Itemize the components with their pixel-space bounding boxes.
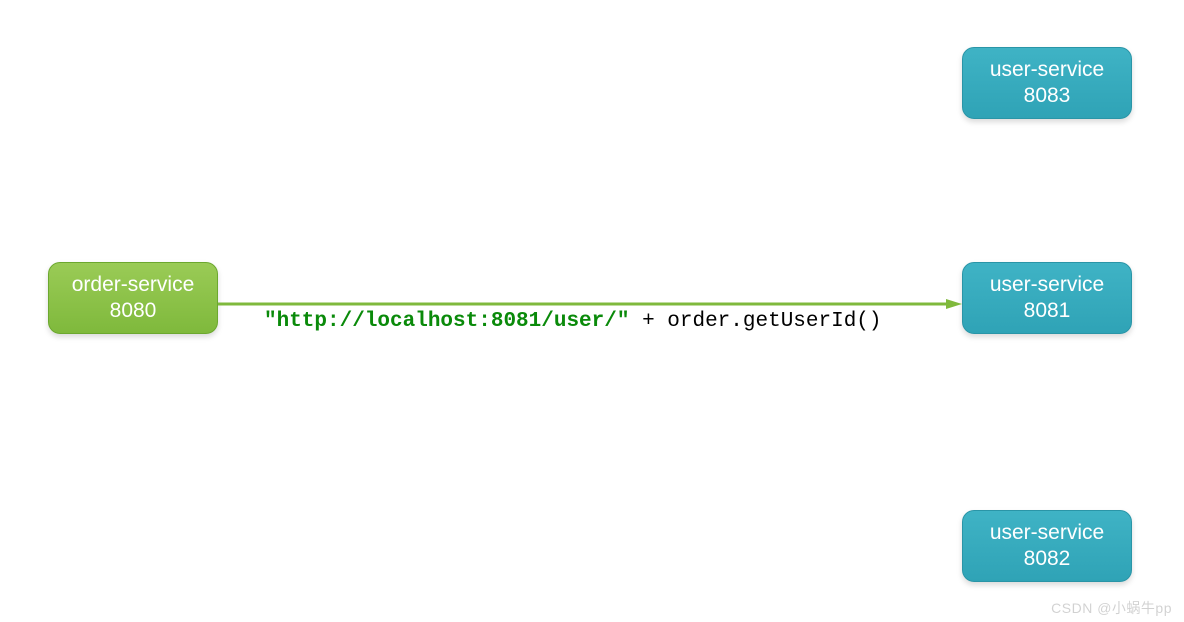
order-service-port: 8080: [110, 298, 157, 324]
user-service-port-1: 8081: [1024, 298, 1071, 324]
arrow-order-to-user: [218, 296, 962, 306]
request-url-suffix: + order.getUserId(): [629, 310, 881, 333]
request-url-label: "http://localhost:8081/user/" + order.ge…: [264, 310, 882, 333]
user-service-port-2: 8082: [1024, 546, 1071, 572]
user-service-box-8083: user-service 8083: [962, 47, 1132, 119]
user-service-box-8082: user-service 8082: [962, 510, 1132, 582]
order-service-box: order-service 8080: [48, 262, 218, 334]
watermark-text: CSDN @小蜗牛pp: [1051, 598, 1172, 618]
user-service-name-0: user-service: [990, 57, 1104, 83]
user-service-name-1: user-service: [990, 272, 1104, 298]
user-service-port-0: 8083: [1024, 83, 1071, 109]
request-url-string: "http://localhost:8081/user/": [264, 310, 629, 333]
user-service-name-2: user-service: [990, 520, 1104, 546]
user-service-box-8081: user-service 8081: [962, 262, 1132, 334]
order-service-name: order-service: [72, 272, 195, 298]
